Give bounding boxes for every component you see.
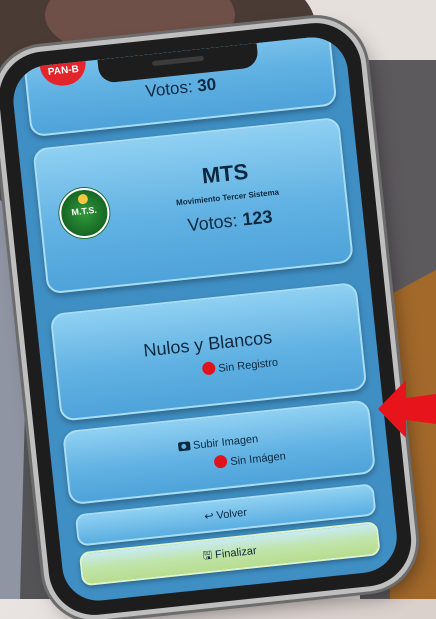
finish-label: Finalizar (214, 544, 258, 562)
votes-value: 123 (241, 206, 274, 230)
hand-icon (77, 193, 89, 205)
save-icon: 🖫 (202, 549, 213, 563)
camera-icon (177, 441, 191, 452)
app-screen: PAN-B ano Votos: 30 M.T.S. MTS Movimient… (9, 33, 401, 605)
mts-logo-text: M.T.S. (70, 204, 98, 218)
speaker-grille (151, 55, 205, 67)
nulos-status-text: Sin Registro (217, 356, 279, 375)
phone-frame: PAN-B ano Votos: 30 M.T.S. MTS Movimient… (0, 18, 416, 619)
votes-value: 30 (196, 74, 218, 96)
status-dot-icon (213, 454, 228, 469)
pointer-arrow-icon (378, 380, 436, 438)
upload-label-text: Subir Imagen (192, 433, 259, 452)
mts-logo: M.T.S. (56, 185, 112, 241)
pan-party-badge: PAN-B (39, 55, 88, 88)
back-label: Volver (215, 506, 248, 522)
nulos-blancos-card[interactable]: Nulos y Blancos Sin Registro (49, 282, 368, 422)
party-card-mts[interactable]: M.T.S. MTS Movimiento Tercer Sistema Vot… (32, 116, 354, 295)
votes-label: Votos: (186, 210, 239, 236)
votes-label: Votos: (144, 77, 194, 101)
upload-status-text: Sin Imágen (229, 450, 287, 469)
status-dot-icon (201, 361, 216, 376)
reply-icon: ↩ (203, 510, 215, 524)
